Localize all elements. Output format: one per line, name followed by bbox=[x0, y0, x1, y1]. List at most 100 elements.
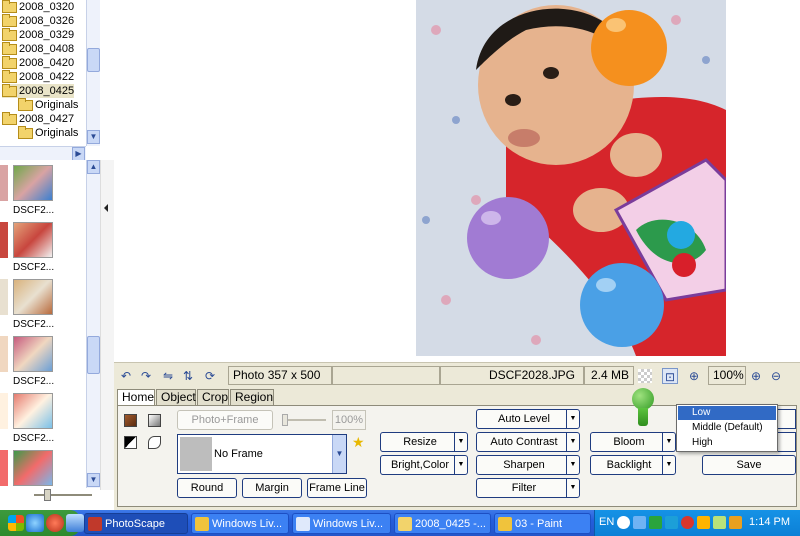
folder-tree-scrollbar[interactable]: ▼ bbox=[86, 0, 100, 146]
menu-item-low[interactable]: Low bbox=[678, 406, 776, 420]
bloom-menu[interactable]: Low Middle (Default) High bbox=[676, 404, 778, 452]
frame-line-button[interactable]: Frame Line bbox=[307, 478, 367, 498]
thumbnail-image[interactable] bbox=[13, 393, 53, 429]
filter-button[interactable]: Filter ▼ bbox=[476, 478, 580, 498]
dropdown-arrow-icon[interactable]: ▼ bbox=[566, 410, 579, 428]
security-icon[interactable] bbox=[681, 516, 694, 529]
network-icon[interactable] bbox=[633, 516, 646, 529]
language-indicator[interactable]: EN bbox=[599, 516, 614, 528]
tree-item[interactable]: 2008_0425 bbox=[2, 83, 75, 98]
zoom-in-icon[interactable]: ⊕ bbox=[748, 368, 764, 384]
backlight-button[interactable]: Backlight ▼ bbox=[590, 455, 676, 475]
folder-tree-scroll-thumb[interactable] bbox=[87, 48, 100, 72]
tree-item[interactable]: 2008_0422 bbox=[2, 69, 74, 84]
dropdown-arrow-icon[interactable]: ▼ bbox=[566, 479, 579, 497]
frame-opacity-slider[interactable] bbox=[282, 414, 326, 426]
collapse-arrow-icon[interactable] bbox=[104, 204, 108, 212]
tree-item[interactable]: Originals bbox=[18, 97, 78, 112]
margin-button[interactable]: Margin bbox=[242, 478, 302, 498]
resize-button[interactable]: Resize ▼ bbox=[380, 432, 468, 452]
tab-crop[interactable]: Crop bbox=[197, 389, 229, 406]
thumbnail-edge[interactable] bbox=[0, 336, 8, 372]
clock[interactable]: 1:14 PM bbox=[749, 516, 790, 528]
frame-color-gray-icon[interactable] bbox=[148, 414, 161, 427]
desktop-icon[interactable] bbox=[66, 514, 84, 532]
photo-frame-button[interactable]: Photo+Frame bbox=[177, 410, 273, 430]
tree-item[interactable]: 2008_0427 bbox=[2, 111, 74, 126]
dropdown-arrow-icon[interactable]: ▼ bbox=[566, 433, 579, 451]
tree-item[interactable]: 2008_0329 bbox=[2, 27, 74, 42]
photo-viewer[interactable] bbox=[114, 0, 800, 362]
flip-vertical-icon[interactable]: ⇅ bbox=[180, 368, 196, 384]
taskbar-button[interactable]: Windows Liv... bbox=[191, 513, 289, 534]
folder-tree[interactable]: 2008_0320 2008_0326 2008_0329 2008_0408 2008… bbox=[0, 0, 100, 146]
media-player-icon[interactable] bbox=[46, 514, 64, 532]
fit-zoom-icon[interactable]: ⊕ bbox=[686, 368, 702, 384]
tray-arrow-icon[interactable] bbox=[617, 516, 630, 529]
menu-item-high[interactable]: High bbox=[678, 436, 776, 450]
thumbnail-edge[interactable] bbox=[0, 450, 8, 486]
volume-icon[interactable] bbox=[649, 516, 662, 529]
tree-item[interactable]: 2008_0408 bbox=[2, 41, 74, 56]
thumbnail-edge[interactable] bbox=[0, 165, 8, 201]
actual-size-icon[interactable]: ⊡ bbox=[662, 368, 678, 384]
dropdown-arrow-icon[interactable]: ▼ bbox=[454, 456, 467, 474]
antivirus-icon[interactable] bbox=[697, 516, 710, 529]
thumbnail-edge[interactable] bbox=[0, 279, 8, 315]
thumbnail-image[interactable] bbox=[13, 222, 53, 258]
tree-item[interactable]: 2008_0320 bbox=[2, 0, 74, 14]
dropdown-arrow-icon[interactable]: ▼ bbox=[662, 456, 675, 474]
thumbnail-image[interactable] bbox=[13, 279, 53, 315]
frame-selector[interactable]: No Frame ▼ bbox=[177, 434, 347, 474]
zoom-out-icon[interactable]: ⊖ bbox=[768, 368, 784, 384]
taskbar-button[interactable]: Windows Liv... bbox=[292, 513, 391, 534]
auto-contrast-button[interactable]: Auto Contrast ▼ bbox=[476, 432, 580, 452]
thumbnail-edge[interactable] bbox=[0, 222, 8, 258]
tab-home[interactable]: Home bbox=[117, 389, 155, 406]
bloom-button[interactable]: Bloom ▼ bbox=[590, 432, 676, 452]
tree-item[interactable]: Originals bbox=[18, 125, 78, 140]
taskbar-button[interactable]: 03 - Paint bbox=[494, 513, 591, 534]
sharpen-button[interactable]: Sharpen ▼ bbox=[476, 455, 580, 475]
update-icon[interactable] bbox=[713, 516, 726, 529]
panel-splitter[interactable] bbox=[100, 160, 114, 490]
bright-color-button[interactable]: Bright,Color ▼ bbox=[380, 455, 468, 475]
auto-level-button[interactable]: Auto Level ▼ bbox=[476, 409, 580, 429]
thumbnail-size-slider[interactable] bbox=[34, 489, 92, 501]
menu-item-middle[interactable]: Middle (Default) bbox=[678, 421, 776, 435]
save-button[interactable]: Save bbox=[702, 455, 796, 475]
thumbnail-scroll-thumb[interactable] bbox=[87, 336, 100, 374]
sync-icon[interactable] bbox=[729, 516, 742, 529]
slider-handle[interactable] bbox=[44, 489, 51, 501]
thumbnail-edge[interactable] bbox=[0, 393, 8, 429]
scroll-down-icon[interactable]: ▼ bbox=[87, 473, 100, 487]
scroll-down-icon[interactable]: ▼ bbox=[87, 130, 100, 144]
ie-icon[interactable] bbox=[26, 514, 44, 532]
flip-horizontal-icon[interactable]: ⇋ bbox=[160, 368, 176, 384]
transparency-grid-icon[interactable] bbox=[638, 369, 652, 383]
frame-dropdown-arrow-icon[interactable]: ▼ bbox=[332, 435, 346, 473]
slider-handle[interactable] bbox=[282, 414, 288, 426]
tree-item[interactable]: 2008_0326 bbox=[2, 13, 74, 28]
frame-shape-icon[interactable] bbox=[148, 436, 161, 449]
messenger-icon[interactable] bbox=[665, 516, 678, 529]
scroll-up-icon[interactable]: ▲ bbox=[87, 160, 100, 174]
thumbnail-list[interactable]: DSCF2... DSCF2... DSCF2... DSCF2... DSCF2...… bbox=[0, 160, 100, 488]
refresh-icon[interactable]: ⟳ bbox=[202, 368, 218, 384]
folder-tree-hscrollbar[interactable]: ▶ bbox=[0, 146, 86, 161]
frame-color-bw-icon[interactable] bbox=[124, 436, 137, 449]
rotate-right-icon[interactable]: ↷ bbox=[138, 368, 154, 384]
tree-item[interactable]: 2008_0420 bbox=[2, 55, 74, 70]
tab-region[interactable]: Region bbox=[230, 389, 274, 406]
thumbnail-scrollbar[interactable]: ▲ ▼ bbox=[86, 160, 100, 488]
dropdown-arrow-icon[interactable]: ▼ bbox=[454, 433, 467, 451]
tab-object[interactable]: Object bbox=[156, 389, 196, 406]
dropdown-arrow-icon[interactable]: ▼ bbox=[566, 456, 579, 474]
round-button[interactable]: Round bbox=[177, 478, 237, 498]
frame-color-brown-icon[interactable] bbox=[124, 414, 137, 427]
thumbnail-image[interactable] bbox=[13, 336, 53, 372]
rotate-left-icon[interactable]: ↶ bbox=[118, 368, 134, 384]
favorite-star-icon[interactable]: ★ bbox=[352, 434, 365, 451]
dropdown-arrow-icon[interactable]: ▼ bbox=[662, 433, 675, 451]
taskbar-button[interactable]: PhotoScape bbox=[84, 513, 188, 534]
